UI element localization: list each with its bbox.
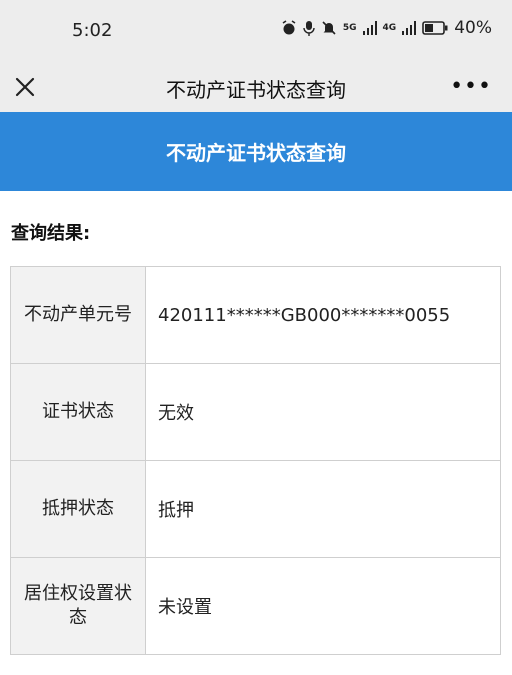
table-row: 证书状态 无效 [10,363,501,461]
alarm-icon [282,20,296,35]
battery-icon [422,21,448,35]
table-row: 居住权设置状态 未设置 [10,557,501,655]
mic-icon [303,21,315,36]
status-bar: 5:02 5G 4G 40% [0,0,512,62]
result-table: 不动产单元号 420111******GB000*******0055 证书状态… [10,266,501,655]
more-options-icon[interactable]: ••• [450,74,492,99]
table-row: 抵押状态 抵押 [10,460,501,558]
row-label: 抵押状态 [10,460,146,558]
signal-icon-2 [402,21,417,35]
mute-bell-icon [322,21,336,35]
row-label: 证书状态 [10,363,146,461]
row-label: 不动产单元号 [10,266,146,364]
status-time: 5:02 [72,20,113,41]
network-5g-label: 5G [342,23,357,33]
row-label: 居住权设置状态 [10,557,146,655]
network-4g-label: 4G [382,23,397,33]
status-icons: 5G 4G 40% [281,18,492,38]
nav-bar: 不动产证书状态查询 ••• [0,62,512,112]
row-value: 未设置 [145,557,501,655]
nav-title: 不动产证书状态查询 [166,78,346,102]
row-value: 420111******GB000*******0055 [145,266,501,364]
table-row: 不动产单元号 420111******GB000*******0055 [10,266,501,364]
row-value: 抵押 [145,460,501,558]
battery-level: 40% [454,18,492,38]
signal-icon [362,21,377,35]
row-value: 无效 [145,363,501,461]
page-banner: 不动产证书状态查询 [0,112,512,191]
result-heading: 查询结果: [11,223,91,244]
banner-title: 不动产证书状态查询 [166,141,346,165]
